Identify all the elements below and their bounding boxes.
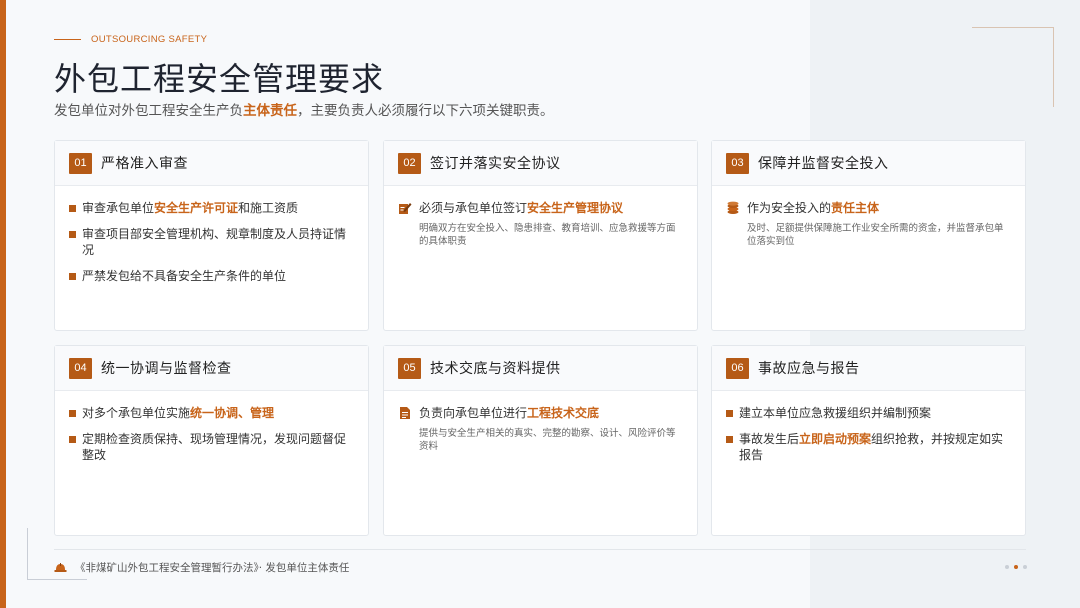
card-header: 04 统一协调与监督检查 (55, 346, 368, 391)
list-item: 事故发生后立即启动预案组织抢救，并按规定如实报告 (726, 431, 1011, 463)
subtitle-highlight: 主体责任 (243, 103, 297, 119)
main-point-text: 必须与承包单位签订安全生产管理协议 (419, 200, 623, 216)
footer: 《非煤矿山外包工程安全管理暂行办法》· 发包单位主体责任 (54, 560, 349, 575)
card-04: 04 统一协调与监督检查 对多个承包单位实施统一协调、管理 定期检查资质保持、现… (54, 345, 369, 536)
card-02: 02 签订并落实安全协议 必须与承包单位签订安全生产管理协议 明确双方在安全投入… (383, 140, 698, 331)
highlight-text: 工程技术交底 (527, 406, 600, 420)
left-accent-bar (0, 0, 6, 608)
coins-icon (727, 201, 739, 214)
text: 和施工资质 (238, 201, 299, 215)
page-title: 外包工程安全管理要求 (54, 60, 385, 98)
pagination-dot[interactable] (1005, 565, 1009, 569)
main-point: 作为安全投入的责任主体 (726, 200, 1011, 216)
list-item: 严禁发包给不具备安全生产条件的单位 (69, 268, 354, 284)
list-item-text: 定期检查资质保持、现场管理情况，发现问题督促整改 (82, 432, 347, 462)
card-description: 提供与安全生产相关的真实、完整的勘察、设计、风险评价等资料 (419, 428, 676, 452)
list-item-text: 严禁发包给不具备安全生产条件的单位 (82, 269, 287, 283)
card-header: 02 签订并落实安全协议 (384, 141, 697, 186)
bullet-square-icon (69, 205, 76, 212)
card-number-badge: 03 (726, 152, 749, 174)
bullet-square-icon (69, 231, 76, 238)
card-header: 05 技术交底与资料提供 (384, 346, 697, 391)
bullet-square-icon (69, 410, 76, 417)
eyebrow-line (54, 39, 81, 40)
highlight-text: 责任主体 (831, 201, 880, 215)
list-item-text: 对多个承包单位实施统一协调、管理 (82, 405, 274, 421)
card-title: 事故应急与报告 (758, 361, 860, 377)
list-item: 建立本单位应急救援组织并编制预案 (726, 405, 1011, 421)
pagination-dot-active[interactable] (1014, 565, 1018, 569)
decorative-corner-top-right (972, 27, 1054, 107)
contract-sign-icon (399, 203, 412, 214)
footer-text: 《非煤矿山外包工程安全管理暂行办法》· 发包单位主体责任 (75, 562, 350, 574)
text: 作为安全投入的 (747, 201, 832, 215)
highlight-text: 立即启动预案 (799, 432, 872, 446)
list-item: 定期检查资质保持、现场管理情况，发现问题督促整改 (69, 431, 354, 463)
highlight-text: 安全生产管理协议 (527, 201, 624, 215)
card-title: 统一协调与监督检查 (101, 361, 232, 377)
list-item-text: 建立本单位应急救援组织并编制预案 (739, 406, 932, 420)
card-title: 技术交底与资料提供 (430, 361, 561, 377)
card-01: 01 严格准入审查 审查承包单位安全生产许可证和施工资质 审查项目部安全管理机构… (54, 140, 369, 331)
pagination-dots (1005, 565, 1027, 569)
bullet-square-icon (69, 273, 76, 280)
list-item: 对多个承包单位实施统一协调、管理 (69, 405, 354, 421)
subtitle-text-end: ，主要负责人必须履行以下六项关键职责。 (297, 103, 554, 119)
card-header: 01 严格准入审查 (55, 141, 368, 186)
card-number-badge: 06 (726, 357, 749, 379)
text: 审查承包单位 (82, 201, 155, 215)
subtitle: 发包单位对外包工程安全生产负主体责任，主要负责人必须履行以下六项关键职责。 (54, 99, 554, 119)
list-item: 审查承包单位安全生产许可证和施工资质 (69, 200, 354, 216)
card-number-badge: 01 (69, 152, 92, 174)
pagination-dot[interactable] (1023, 565, 1027, 569)
hard-hat-icon (54, 563, 67, 572)
card-title: 严格准入审查 (101, 156, 188, 172)
card-number-badge: 04 (69, 357, 92, 379)
list-item-text: 事故发生后立即启动预案组织抢救，并按规定如实报告 (739, 431, 1011, 463)
text: 必须与承包单位签订 (419, 201, 528, 215)
card-05: 05 技术交底与资料提供 负责向承包单位进行工程技术交底 提供与安全生产相关的真… (383, 345, 698, 536)
card-header: 06 事故应急与报告 (712, 346, 1025, 391)
main-point-text: 负责向承包单位进行工程技术交底 (419, 405, 599, 421)
card-body: 审查承包单位安全生产许可证和施工资质 审查项目部安全管理机构、规章制度及人员持证… (55, 186, 368, 284)
card-body: 必须与承包单位签订安全生产管理协议 明确双方在安全投入、隐患排查、教育培训、应急… (384, 186, 697, 248)
card-number-badge: 05 (398, 357, 421, 379)
card-body: 作为安全投入的责任主体 及时、足额提供保障施工作业安全所需的资金，并监督承包单位… (712, 186, 1025, 248)
bullet-square-icon (726, 410, 733, 417)
card-description: 明确双方在安全投入、隐患排查、教育培训、应急救援等方面的具体职责 (419, 223, 676, 247)
eyebrow: OUTSOURCING SAFETY (54, 34, 207, 45)
card-body: 负责向承包单位进行工程技术交底 提供与安全生产相关的真实、完整的勘察、设计、风险… (384, 391, 697, 453)
main-point-text: 作为安全投入的责任主体 (747, 200, 879, 216)
subtitle-text: 发包单位对外包工程安全生产负 (54, 103, 243, 119)
list-item-text: 审查项目部安全管理机构、规章制度及人员持证情况 (82, 227, 347, 257)
footer-divider (54, 549, 1026, 550)
text: 事故发生后 (739, 432, 800, 446)
card-number-badge: 02 (398, 152, 421, 174)
card-title: 保障并监督安全投入 (758, 156, 889, 172)
card-title: 签订并落实安全协议 (430, 156, 561, 172)
list-item-text: 审查承包单位安全生产许可证和施工资质 (82, 200, 298, 216)
highlight-text: 安全生产许可证 (154, 201, 239, 215)
main-point: 必须与承包单位签订安全生产管理协议 (398, 200, 683, 216)
text: 对多个承包单位实施 (82, 406, 191, 420)
card-body: 对多个承包单位实施统一协调、管理 定期检查资质保持、现场管理情况，发现问题督促整… (55, 391, 368, 463)
text: 负责向承包单位进行 (419, 406, 528, 420)
bullet-square-icon (69, 436, 76, 443)
card-06: 06 事故应急与报告 建立本单位应急救援组织并编制预案 事故发生后立即启动预案组… (711, 345, 1026, 536)
highlight-text: 统一协调、管理 (190, 406, 275, 420)
card-03: 03 保障并监督安全投入 作为安全投入的责任主体 及时、足额提供保障施工作业安全… (711, 140, 1026, 331)
document-icon (400, 407, 410, 419)
card-header: 03 保障并监督安全投入 (712, 141, 1025, 186)
card-description: 及时、足额提供保障施工作业安全所需的资金，并监督承包单位落实到位 (747, 223, 1004, 247)
main-point: 负责向承包单位进行工程技术交底 (398, 405, 683, 421)
list-item: 审查项目部安全管理机构、规章制度及人员持证情况 (69, 226, 354, 258)
card-body: 建立本单位应急救援组织并编制预案 事故发生后立即启动预案组织抢救，并按规定如实报… (712, 391, 1025, 463)
bullet-square-icon (726, 436, 733, 443)
eyebrow-text: OUTSOURCING SAFETY (91, 34, 208, 45)
